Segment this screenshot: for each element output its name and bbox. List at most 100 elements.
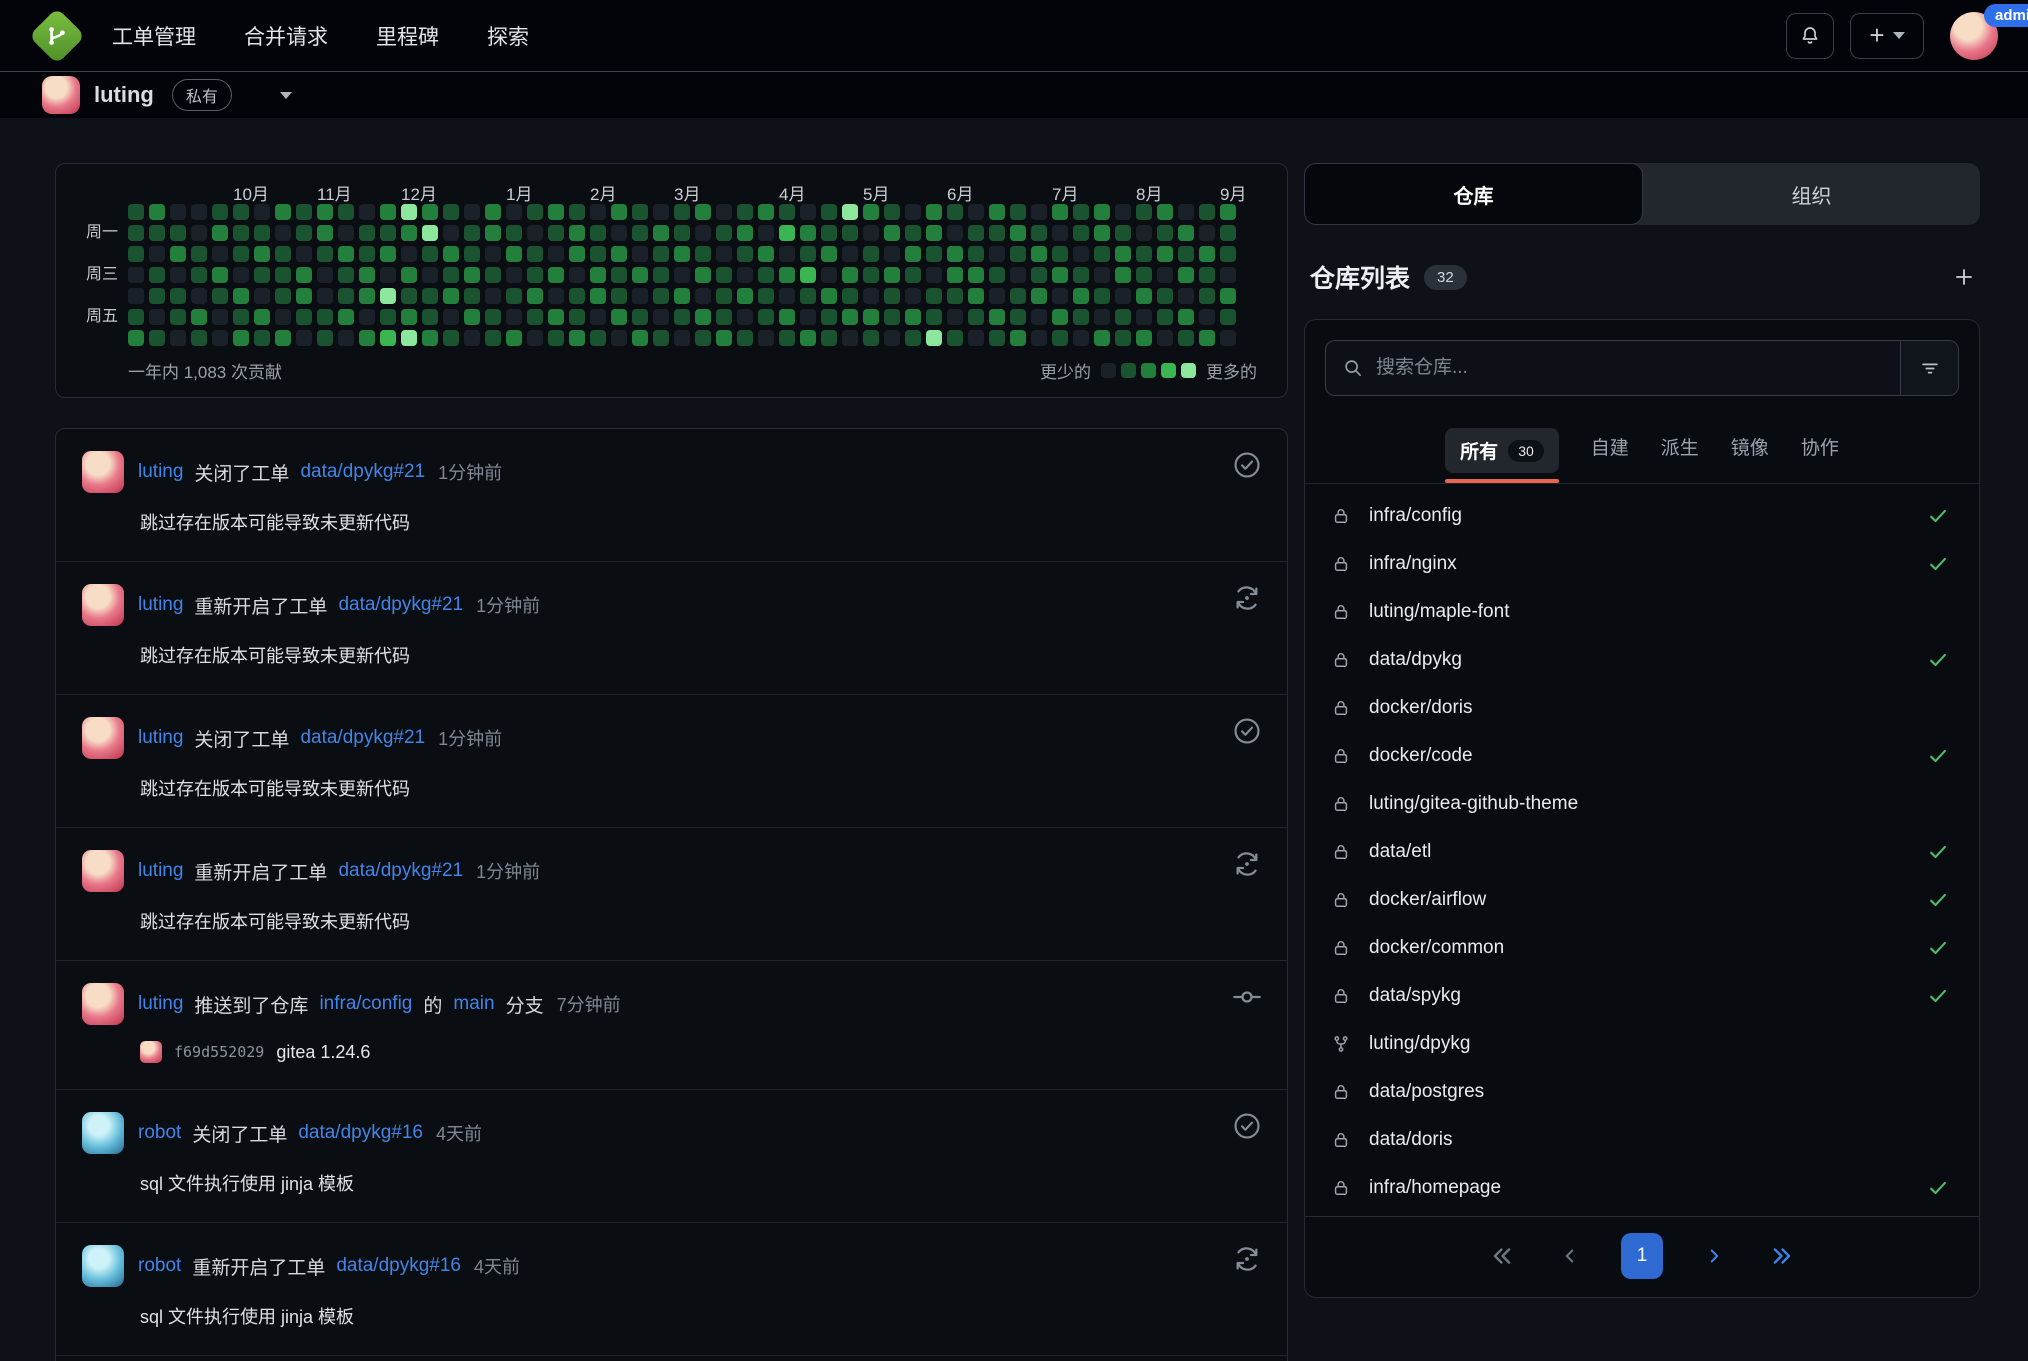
last-page-button[interactable] bbox=[1765, 1239, 1799, 1273]
heatmap-cell bbox=[212, 267, 228, 283]
chevron-down-icon[interactable] bbox=[280, 92, 292, 99]
avatar[interactable] bbox=[42, 76, 80, 114]
heatmap-cell bbox=[863, 204, 879, 220]
repo-name-link[interactable]: infra/config bbox=[1369, 505, 1462, 527]
heatmap-cell bbox=[149, 267, 165, 283]
reopen-icon bbox=[1231, 848, 1263, 885]
repo-name-link[interactable]: docker/doris bbox=[1369, 697, 1473, 719]
repo-filter-button[interactable] bbox=[1900, 341, 1958, 395]
filter-tab-mirrors[interactable]: 镜像 bbox=[1731, 433, 1769, 478]
repo-row[interactable]: luting/dpykg bbox=[1305, 1020, 1979, 1068]
feed-link[interactable]: robot bbox=[138, 1255, 181, 1277]
first-page-button[interactable] bbox=[1485, 1239, 1519, 1273]
feed-link[interactable]: data/dpykg#16 bbox=[336, 1255, 461, 1277]
feed-link[interactable]: luting bbox=[138, 727, 183, 749]
feed-link[interactable]: main bbox=[453, 993, 494, 1015]
repo-row[interactable]: data/dpykg bbox=[1305, 636, 1979, 684]
repo-name-link[interactable]: luting/dpykg bbox=[1369, 1033, 1470, 1055]
heatmap-cell bbox=[1073, 330, 1089, 346]
heatmap-cell bbox=[359, 330, 375, 346]
repo-row[interactable]: docker/common bbox=[1305, 924, 1979, 972]
feed-link[interactable]: robot bbox=[138, 1122, 181, 1144]
feed-link[interactable]: data/dpykg#21 bbox=[338, 594, 463, 616]
heatmap-cell bbox=[443, 204, 459, 220]
tab-repositories[interactable]: 仓库 bbox=[1304, 163, 1643, 225]
repo-row[interactable]: data/spykg bbox=[1305, 972, 1979, 1020]
feed-link[interactable]: data/dpykg#16 bbox=[298, 1122, 423, 1144]
repo-name-link[interactable]: infra/homepage bbox=[1369, 1177, 1501, 1199]
feed-link[interactable]: data/dpykg#21 bbox=[300, 727, 425, 749]
tab-organizations[interactable]: 组织 bbox=[1643, 163, 1980, 225]
feed-link[interactable]: infra/config bbox=[319, 993, 412, 1015]
repo-name-link[interactable]: luting/maple-font bbox=[1369, 601, 1509, 623]
repo-row[interactable]: infra/homepage bbox=[1305, 1164, 1979, 1212]
heatmap-cell bbox=[338, 267, 354, 283]
repo-name-link[interactable]: docker/common bbox=[1369, 937, 1504, 959]
heatmap-cell bbox=[464, 204, 480, 220]
repo-name-link[interactable]: data/dpykg bbox=[1369, 649, 1462, 671]
heatmap-month-label: 11月 bbox=[317, 180, 352, 205]
heatmap-cell bbox=[1199, 204, 1215, 220]
heatmap-cell bbox=[569, 309, 585, 325]
repo-search-input[interactable] bbox=[1376, 357, 1884, 379]
repo-name-link[interactable]: docker/airflow bbox=[1369, 889, 1486, 911]
feed-link[interactable]: data/dpykg#21 bbox=[338, 860, 463, 882]
repo-name-link[interactable]: data/spykg bbox=[1369, 985, 1461, 1007]
heatmap-cell bbox=[338, 246, 354, 262]
heatmap-cell bbox=[212, 288, 228, 304]
nav-item-explore[interactable]: 探索 bbox=[487, 21, 529, 51]
repo-row[interactable]: infra/nginx bbox=[1305, 540, 1979, 588]
feed-link[interactable]: luting bbox=[138, 993, 183, 1015]
heatmap-cell bbox=[821, 246, 837, 262]
create-new-button[interactable]: + bbox=[1850, 13, 1924, 59]
next-page-button[interactable] bbox=[1699, 1241, 1729, 1271]
heatmap-cell bbox=[380, 204, 396, 220]
heatmap-cell bbox=[527, 267, 543, 283]
repo-row[interactable]: infra/config bbox=[1305, 492, 1979, 540]
feed-detail-text: 跳过存在版本可能导致未更新代码 bbox=[140, 908, 1217, 934]
filter-tab-forks[interactable]: 派生 bbox=[1661, 433, 1699, 478]
repo-name-link[interactable]: infra/nginx bbox=[1369, 553, 1457, 575]
heatmap-cell bbox=[149, 246, 165, 262]
add-repo-button[interactable] bbox=[1952, 265, 1976, 289]
feed-link[interactable]: luting bbox=[138, 461, 183, 483]
gitea-logo[interactable] bbox=[30, 9, 84, 63]
feed-link[interactable]: data/dpykg#21 bbox=[300, 461, 425, 483]
heatmap-month-label: 1月 bbox=[506, 180, 532, 205]
feed-entry: robot关闭了工单data/dpykg#164天前 sql 文件执行使用 ji… bbox=[56, 1089, 1287, 1222]
repo-row[interactable]: docker/code bbox=[1305, 732, 1979, 780]
repo-row[interactable]: luting/gitea-github-theme bbox=[1305, 780, 1979, 828]
filter-tab-sources[interactable]: 自建 bbox=[1591, 433, 1629, 478]
feed-link[interactable]: luting bbox=[138, 860, 183, 882]
reopen-icon bbox=[1231, 582, 1263, 619]
feed-link[interactable]: luting bbox=[138, 594, 183, 616]
current-page-button[interactable]: 1 bbox=[1621, 1233, 1663, 1279]
repo-name-link[interactable]: data/postgres bbox=[1369, 1081, 1484, 1103]
username-link[interactable]: luting bbox=[94, 82, 154, 108]
heatmap-cell bbox=[632, 330, 648, 346]
repo-row[interactable]: luting/maple-font bbox=[1305, 588, 1979, 636]
repo-row[interactable]: data/etl bbox=[1305, 828, 1979, 876]
repo-row[interactable]: docker/airflow bbox=[1305, 876, 1979, 924]
repo-row[interactable]: data/doris bbox=[1305, 1116, 1979, 1164]
repo-row[interactable]: docker/doris bbox=[1305, 684, 1979, 732]
commit-hash-link[interactable]: f69d552029 bbox=[174, 1043, 264, 1061]
user-menu[interactable]: admin bbox=[1950, 12, 1998, 60]
repo-name-link[interactable]: data/etl bbox=[1369, 841, 1431, 863]
notifications-button[interactable] bbox=[1786, 13, 1834, 59]
heatmap-cell bbox=[1178, 288, 1194, 304]
heatmap-cell bbox=[191, 204, 207, 220]
feed-timestamp: 1分钟前 bbox=[438, 725, 502, 751]
filter-tab-all[interactable]: 所有 30 bbox=[1445, 428, 1559, 483]
repo-row[interactable]: data/postgres bbox=[1305, 1068, 1979, 1116]
filter-tab-collaborative[interactable]: 协作 bbox=[1801, 433, 1839, 478]
heatmap-cell bbox=[317, 309, 333, 325]
repo-name-link[interactable]: data/doris bbox=[1369, 1129, 1452, 1151]
repo-name-link[interactable]: luting/gitea-github-theme bbox=[1369, 793, 1578, 815]
nav-item-milestones[interactable]: 里程碑 bbox=[376, 21, 439, 51]
prev-page-button[interactable] bbox=[1555, 1241, 1585, 1271]
nav-item-issues[interactable]: 工单管理 bbox=[112, 21, 196, 51]
nav-item-pulls[interactable]: 合并请求 bbox=[244, 21, 328, 51]
right-sidebar: 仓库组织 仓库列表 32 bbox=[1304, 163, 1980, 1361]
repo-name-link[interactable]: docker/code bbox=[1369, 745, 1473, 767]
